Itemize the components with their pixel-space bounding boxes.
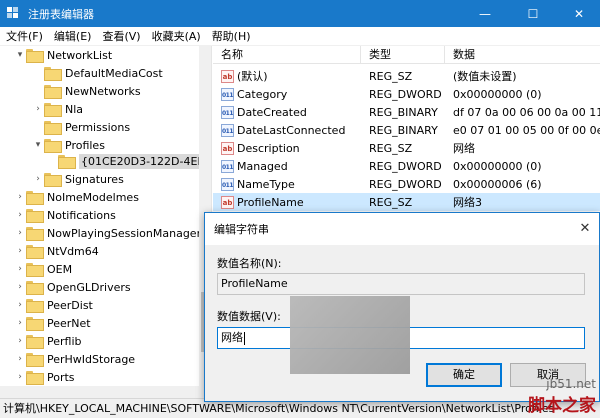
- menu-file[interactable]: 文件(F): [0, 28, 48, 44]
- tree-item[interactable]: ▾ NetworkList: [14, 46, 112, 64]
- window-title: 注册表编辑器: [28, 7, 94, 21]
- string-value-icon: ab: [221, 195, 234, 209]
- folder-icon: [26, 353, 44, 367]
- folder-icon: [26, 227, 44, 241]
- expand-arrow-icon[interactable]: ›: [14, 372, 26, 382]
- expand-arrow-icon[interactable]: ›: [14, 228, 26, 238]
- binary-value-icon: 011: [221, 123, 234, 137]
- menu-view[interactable]: 查看(V): [96, 28, 145, 44]
- list-row[interactable]: 011 DateCreated REG_BINARY df 07 0a 00 06 0…: [213, 103, 600, 121]
- list-row[interactable]: 011 DateLastConnected REG_BINARY e0 07 01 0…: [213, 121, 600, 139]
- expand-arrow-icon[interactable]: ›: [14, 264, 26, 274]
- tree-item[interactable]: › Perflib: [14, 332, 82, 350]
- tree-item-selected[interactable]: {01CE20D3-122D-4EF0: [46, 152, 211, 170]
- dialog-close-icon[interactable]: ✕: [575, 219, 595, 239]
- column-header-name[interactable]: 名称: [213, 46, 361, 64]
- folder-icon: [26, 371, 44, 385]
- expand-arrow-icon[interactable]: ›: [14, 246, 26, 256]
- expand-arrow-icon[interactable]: ▾: [14, 50, 26, 60]
- list-header: 名称 类型 数据: [213, 46, 600, 64]
- text-caret: [244, 331, 245, 345]
- folder-icon: [26, 209, 44, 223]
- folder-icon: [44, 139, 62, 153]
- tree-item[interactable]: › PeerDist: [14, 296, 93, 314]
- menu-bar: 文件(F) 编辑(E) 查看(V) 收藏夹(A) 帮助(H): [0, 27, 600, 46]
- folder-icon: [26, 191, 44, 205]
- maximize-button[interactable]: ☐: [510, 0, 556, 27]
- tree-item[interactable]: › PerHwIdStorage: [14, 350, 135, 368]
- value-name-field[interactable]: ProfileName: [217, 273, 585, 295]
- dialog-title: 编辑字符串 ✕: [205, 213, 599, 245]
- list-row[interactable]: 011 NameType REG_DWORD 0x00000006 (6): [213, 175, 600, 193]
- tree-item[interactable]: Permissions: [32, 118, 130, 136]
- column-header-type[interactable]: 类型: [361, 46, 445, 64]
- tree-item[interactable]: › Ports: [14, 368, 75, 386]
- tree-item[interactable]: DefaultMediaCost: [32, 64, 163, 82]
- registry-tree[interactable]: ▾ NetworkList DefaultMediaCost NewNetwork…: [0, 46, 212, 398]
- string-value-icon: ab: [221, 69, 234, 83]
- column-header-data[interactable]: 数据: [445, 46, 600, 64]
- folder-icon: [26, 263, 44, 277]
- list-row-selected[interactable]: ab ProfileName REG_SZ 网络3: [213, 193, 600, 211]
- folder-icon: [44, 103, 62, 117]
- expand-arrow-icon[interactable]: ›: [32, 174, 44, 184]
- tree-item[interactable]: › Nla: [32, 100, 83, 118]
- tree-item[interactable]: › Notifications: [14, 206, 116, 224]
- value-data-label: 数值数据(V):: [217, 310, 281, 323]
- binary-value-icon: 011: [221, 87, 234, 101]
- binary-value-icon: 011: [221, 159, 234, 173]
- registry-editor-icon: [7, 6, 21, 21]
- list-row[interactable]: ab (默认) REG_SZ (数值未设置): [213, 67, 600, 85]
- ok-button[interactable]: 确定: [426, 363, 502, 387]
- folder-icon: [44, 85, 62, 99]
- expand-arrow-icon[interactable]: ›: [14, 300, 26, 310]
- expand-arrow-icon[interactable]: ›: [32, 104, 44, 114]
- title-bar: 注册表编辑器 — ☐ ✕: [0, 0, 600, 27]
- list-row[interactable]: 011 Category REG_DWORD 0x00000000 (0): [213, 85, 600, 103]
- folder-icon: [44, 173, 62, 187]
- folder-icon: [26, 335, 44, 349]
- list-row[interactable]: 011 Managed REG_DWORD 0x00000000 (0): [213, 157, 600, 175]
- list-row[interactable]: ab Description REG_SZ 网络: [213, 139, 600, 157]
- expand-arrow-icon[interactable]: ›: [14, 336, 26, 346]
- expand-arrow-icon[interactable]: ›: [14, 354, 26, 364]
- tree-item[interactable]: › PeerNet: [14, 314, 91, 332]
- folder-icon: [44, 121, 62, 135]
- value-name-label: 数值名称(N):: [217, 257, 282, 270]
- tree-item[interactable]: › NoImeModelmes: [14, 188, 139, 206]
- minimize-button[interactable]: —: [462, 0, 508, 27]
- folder-icon: [26, 49, 44, 63]
- folder-icon: [26, 281, 44, 295]
- expand-arrow-icon[interactable]: ›: [14, 318, 26, 328]
- expand-arrow-icon[interactable]: ▾: [32, 140, 44, 150]
- string-value-icon: ab: [221, 141, 234, 155]
- tree-horizontal-scrollbar[interactable]: [0, 386, 200, 398]
- folder-icon: [44, 67, 62, 81]
- binary-value-icon: 011: [221, 177, 234, 191]
- tree-item[interactable]: NewNetworks: [32, 82, 141, 100]
- folder-icon: [26, 317, 44, 331]
- tree-item[interactable]: › OpenGLDrivers: [14, 278, 131, 296]
- expand-arrow-icon[interactable]: ›: [14, 282, 26, 292]
- tree-item[interactable]: › NtVdm64: [14, 242, 99, 260]
- tree-item[interactable]: › Signatures: [32, 170, 124, 188]
- folder-icon: [26, 245, 44, 259]
- binary-value-icon: 011: [221, 105, 234, 119]
- close-button[interactable]: ✕: [556, 0, 600, 27]
- expand-arrow-icon[interactable]: ›: [14, 192, 26, 202]
- folder-icon: [58, 155, 76, 169]
- menu-favorites[interactable]: 收藏夹(A): [146, 28, 206, 44]
- expand-arrow-icon[interactable]: ›: [14, 210, 26, 220]
- tree-item[interactable]: › OEM: [14, 260, 72, 278]
- menu-edit[interactable]: 编辑(E): [48, 28, 97, 44]
- folder-icon: [26, 299, 44, 313]
- redaction-block: [290, 296, 410, 374]
- site-watermark: jb51.net 脚本之家: [528, 377, 596, 416]
- menu-help[interactable]: 帮助(H): [206, 28, 256, 44]
- tree-item[interactable]: › NowPlayingSessionManager: [14, 224, 201, 242]
